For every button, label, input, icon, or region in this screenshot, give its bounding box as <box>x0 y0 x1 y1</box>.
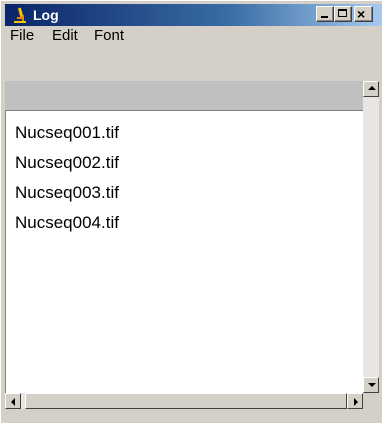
list-item[interactable]: Nucseq003.tif <box>15 178 119 208</box>
scroll-down-button[interactable] <box>363 377 379 393</box>
log-window: Log × File Edit Font Nucseq001.tif Nucse… <box>0 0 382 423</box>
minimize-button[interactable] <box>316 6 334 22</box>
menu-file[interactable]: File <box>10 27 34 45</box>
arrow-down-icon <box>368 383 376 387</box>
horizontal-scrollbar[interactable] <box>5 393 363 409</box>
close-button[interactable]: × <box>354 6 373 22</box>
microscope-icon <box>12 6 28 24</box>
arrow-up-icon <box>368 86 376 90</box>
log-list: Nucseq001.tif Nucseq002.tif Nucseq003.ti… <box>15 118 119 238</box>
list-item[interactable]: Nucseq004.tif <box>15 208 119 238</box>
menu-font[interactable]: Font <box>94 27 124 45</box>
log-header-bar <box>5 81 363 111</box>
maximize-icon <box>338 9 347 17</box>
scrollbar-corner <box>363 393 379 409</box>
title-bar[interactable]: Log × <box>5 4 382 26</box>
menu-bar: File Edit Font <box>5 25 382 47</box>
window-title: Log <box>33 7 59 23</box>
maximize-button[interactable] <box>334 6 352 22</box>
scroll-right-button[interactable] <box>347 393 363 409</box>
arrow-left-icon <box>11 398 15 406</box>
minimize-icon <box>321 16 328 18</box>
scroll-left-button[interactable] <box>5 393 21 409</box>
scroll-up-button[interactable] <box>363 81 379 97</box>
arrow-right-icon <box>354 398 358 406</box>
horizontal-scroll-thumb[interactable] <box>25 393 347 409</box>
list-item[interactable]: Nucseq002.tif <box>15 148 119 178</box>
close-icon: × <box>357 6 366 22</box>
menu-edit[interactable]: Edit <box>52 27 78 45</box>
vertical-scrollbar[interactable] <box>363 81 379 393</box>
list-item[interactable]: Nucseq001.tif <box>15 118 119 148</box>
